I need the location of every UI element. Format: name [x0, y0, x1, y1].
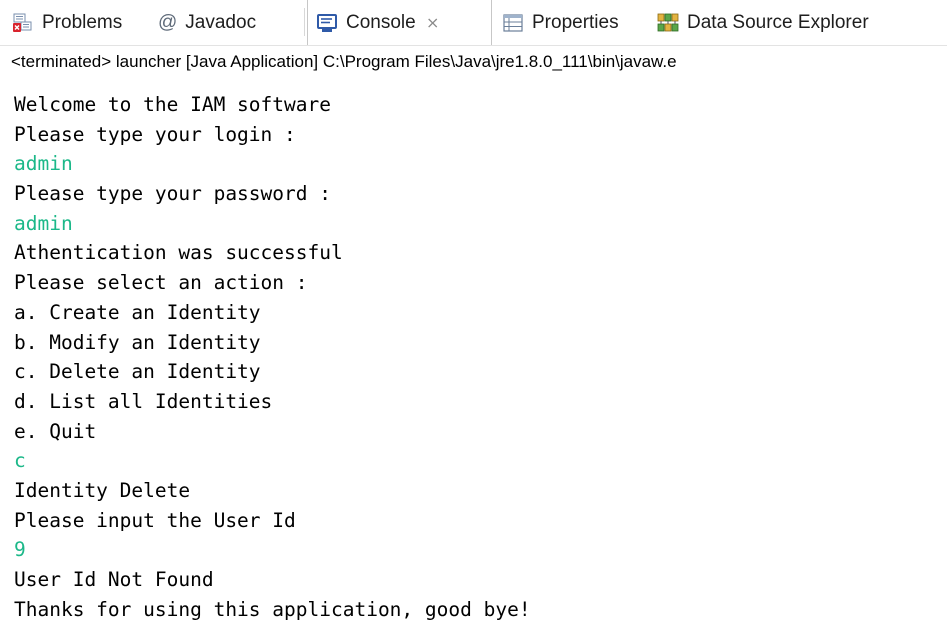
close-icon[interactable]: ⨯ — [426, 13, 440, 33]
tab-divider — [304, 8, 305, 36]
console-input-line: c — [14, 449, 26, 473]
console-output-line: Athentication was successful — [14, 241, 343, 265]
console-output-line: e. Quit — [14, 419, 97, 443]
console-output-line: Welcome to the IAM software — [14, 93, 331, 116]
console-icon — [316, 12, 338, 34]
data-source-explorer-icon — [657, 12, 679, 34]
console-output-line: Identity Delete — [14, 478, 191, 502]
console-output[interactable]: Welcome to the IAM software Please type y… — [14, 90, 944, 624]
console-status-line: <terminated> launcher [Java Application]… — [11, 52, 677, 71]
tab-properties[interactable]: Properties — [502, 0, 619, 45]
console-output-line: Please type your login : — [14, 122, 296, 146]
console-output-line: a. Create an Identity — [14, 300, 261, 324]
console-input-line: admin — [14, 152, 73, 176]
console-output-line: Thanks for using this application, good … — [14, 597, 531, 621]
tab-label: Data Source Explorer — [687, 11, 869, 33]
properties-icon — [502, 12, 524, 34]
problems-icon — [12, 12, 34, 34]
tab-console[interactable]: Console ⨯ — [307, 0, 492, 45]
tab-data-source-explorer[interactable]: Data Source Explorer — [657, 0, 869, 45]
tab-problems[interactable]: Problems — [12, 0, 122, 45]
at-sign-icon: @ — [158, 11, 178, 33]
tab-label: Console — [346, 11, 416, 33]
console-output-line: Please type your password : — [14, 182, 331, 206]
console-output-line: b. Modify an Identity — [14, 330, 261, 354]
console-view: Problems @ Javadoc Console ⨯ Properties … — [0, 0, 947, 632]
console-output-line: d. List all Identities — [14, 389, 273, 413]
tab-label: Javadoc — [185, 11, 257, 33]
view-tab-bar: Problems @ Javadoc Console ⨯ Properties … — [0, 0, 947, 46]
console-output-line: Please select an action : — [14, 271, 308, 295]
tab-label: Problems — [42, 11, 123, 33]
console-input-line: 9 — [14, 538, 26, 562]
console-output-line: c. Delete an Identity — [14, 360, 261, 384]
tab-javadoc[interactable]: @ Javadoc — [158, 0, 256, 45]
console-output-line: User Id Not Found — [14, 568, 214, 591]
tab-label: Properties — [532, 11, 619, 33]
console-input-line: admin — [14, 211, 73, 235]
console-output-line: Please input the User Id — [14, 508, 296, 532]
